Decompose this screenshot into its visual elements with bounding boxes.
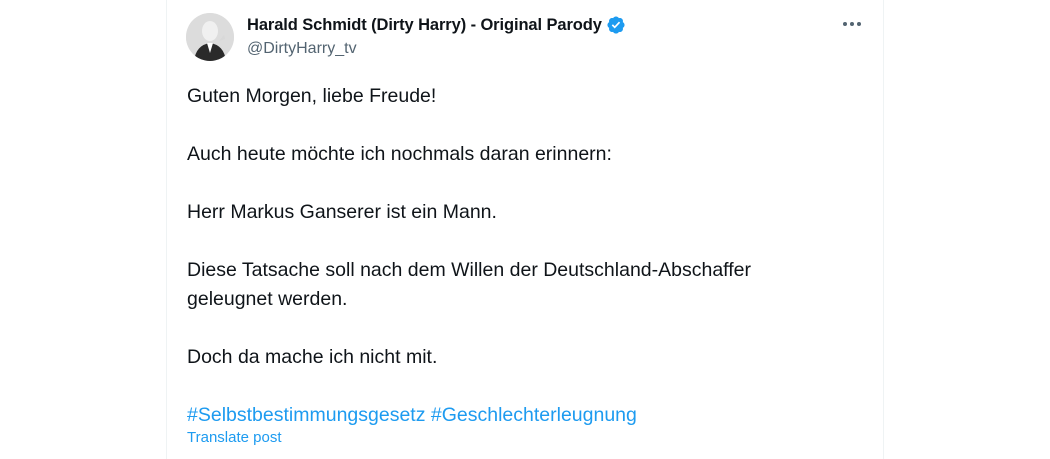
author-avatar[interactable] [186, 13, 234, 61]
tweet-paragraph: Guten Morgen, liebe Freude! [187, 85, 437, 107]
hashtag-link-selbstbestimmungsgesetz[interactable]: #Selbstbestimmungsgesetz [187, 404, 425, 426]
tweet-card: Harald Schmidt (Dirty Harry) - Original … [166, 0, 884, 459]
author-name-row: Harald Schmidt (Dirty Harry) - Original … [247, 15, 626, 35]
verified-badge-icon[interactable] [606, 15, 626, 35]
tweet-paragraph: Diese Tatsache soll nach dem Willen der … [187, 259, 751, 281]
hashtag-line: #Selbstbestimmungsgesetz #Geschlechterle… [187, 401, 867, 430]
author-display-name[interactable]: Harald Schmidt (Dirty Harry) - Original … [247, 16, 602, 35]
tweet-text: Guten Morgen, liebe Freude! Auch heute m… [187, 82, 867, 430]
tweet-paragraph: Herr Markus Ganserer ist ein Mann. [187, 201, 497, 223]
author-handle[interactable]: @DirtyHarry_tv [247, 40, 357, 58]
more-horizontal-icon [843, 22, 861, 26]
hashtag-link-geschlechterleugnung[interactable]: #Geschlechterleugnung [431, 404, 637, 426]
tweet-paragraph: geleugnet werden. [187, 288, 348, 310]
tweet-paragraph: Doch da mache ich nicht mit. [187, 346, 438, 368]
tweet-paragraph: Auch heute möchte ich nochmals daran eri… [187, 143, 612, 165]
translate-post-link[interactable]: Translate post [187, 429, 282, 446]
avatar-image [186, 13, 234, 61]
more-options-button[interactable] [835, 12, 869, 36]
